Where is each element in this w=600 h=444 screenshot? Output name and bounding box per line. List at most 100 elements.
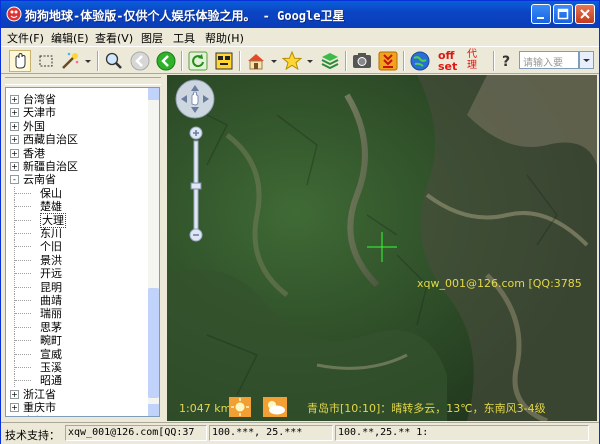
select-rectangle-icon[interactable] — [35, 50, 57, 72]
satellite-map[interactable]: xqw_001@126.com [QQ:3785 1:047 km 青岛市[10… — [167, 75, 597, 421]
expand-icon[interactable]: + — [10, 135, 19, 145]
close-button[interactable] — [575, 4, 595, 24]
title-bar[interactable]: 狗狗地球-体验版-仅供个人娱乐体验之用。 - Google卫星 — [1, 1, 599, 28]
left-panel: + 台湾省 + 天津市 + 外国 + 西藏自治区 + 香港 + 新疆自治区 - 云南省 保山 楚雄 大理 东川 个旧… — [1, 75, 165, 421]
back-arrow-icon[interactable] — [155, 50, 177, 72]
scroll-thumb[interactable] — [148, 288, 159, 398]
tree-item-label: 宣威 — [40, 347, 62, 361]
tree-connector — [15, 219, 31, 221]
expand-icon[interactable]: + — [10, 389, 19, 399]
tree-connector — [15, 367, 31, 368]
robot-face-icon[interactable] — [213, 50, 235, 72]
tree-item-label: 天津市 — [23, 106, 56, 120]
layers-icon[interactable] — [319, 50, 341, 72]
close-icon — [580, 9, 590, 19]
toolbar-separator — [97, 51, 99, 71]
chevron-down-icon — [583, 59, 590, 62]
download-icon[interactable] — [377, 50, 399, 72]
status-contact: xqw_001@126.com[QQ:37 — [65, 425, 207, 441]
back-disabled-icon[interactable] — [129, 50, 151, 72]
tree-connector — [15, 326, 31, 328]
expand-icon[interactable]: + — [10, 108, 19, 118]
globe-icon[interactable] — [409, 50, 431, 72]
maximize-button[interactable] — [553, 4, 573, 24]
tree-connector — [15, 206, 31, 208]
toolbar-separator — [345, 51, 347, 71]
tree-item-label: 大理 — [40, 212, 66, 228]
tree-item-label: 瑞丽 — [40, 307, 62, 321]
expand-icon[interactable]: + — [10, 95, 19, 104]
tree-item-label: 台湾省 — [23, 93, 56, 106]
menu-help[interactable]: 帮助(H) — [205, 30, 244, 46]
weather-info: 青岛市[10:10]：晴转多云，13℃，东南风3-4级 — [307, 402, 546, 415]
proxy-button[interactable]: 代 理 — [463, 49, 489, 73]
tree-connector — [15, 259, 31, 261]
tree-item-label: 思茅 — [40, 320, 62, 334]
tree-item-label: 楚雄 — [40, 200, 62, 214]
panel-grip[interactable] — [5, 77, 161, 85]
expand-icon[interactable]: + — [10, 121, 19, 131]
refresh-icon[interactable] — [187, 50, 209, 72]
tree-connector — [15, 233, 31, 234]
magic-wand-icon[interactable] — [59, 50, 81, 72]
menu-file[interactable]: 文件(F) — [7, 30, 44, 46]
expand-icon[interactable]: + — [10, 162, 19, 171]
search-input[interactable]: 请输入要 — [519, 51, 579, 69]
tree-connector — [15, 300, 31, 301]
chevron-down-icon[interactable] — [305, 50, 315, 72]
tree-item-label: 新疆自治区 — [23, 160, 78, 173]
tree-item-label: 曲靖 — [40, 294, 62, 307]
chevron-down-icon[interactable] — [269, 50, 279, 72]
tree-item-label: 自然景观 — [23, 415, 67, 416]
expand-icon[interactable]: + — [10, 403, 19, 413]
menu-view[interactable]: 查看(V) — [95, 30, 133, 46]
satellite-imagery — [167, 75, 597, 421]
tree-item-label: 云南省 — [23, 173, 56, 187]
tree-item-label: 玉溪 — [40, 361, 62, 374]
app-logo-icon — [6, 6, 22, 22]
menu-layers[interactable]: 图层 — [141, 30, 163, 46]
map-scale: 1:047 km — [179, 402, 232, 415]
minimize-button[interactable] — [531, 4, 551, 24]
tree-connector — [15, 246, 31, 248]
location-tree[interactable]: + 台湾省 + 天津市 + 外国 + 西藏自治区 + 香港 + 新疆自治区 - 云南省 保山 楚雄 大理 东川 个旧… — [5, 87, 160, 417]
status-label: 技术支持： — [5, 429, 60, 442]
sun-icon — [229, 397, 251, 417]
svg-text:?: ? — [502, 54, 510, 70]
tree-item-label: 开远 — [40, 267, 62, 281]
scroll-up-button[interactable] — [148, 88, 159, 100]
minimize-icon — [537, 17, 544, 19]
tree-item-label: 景洪 — [40, 253, 62, 267]
status-bar: 技术支持： xqw_001@126.com[QQ:37 100.***, 25.… — [1, 422, 599, 444]
camera-icon[interactable] — [351, 50, 373, 72]
tree-connector — [15, 340, 31, 342]
offset-label-bottom: set — [438, 60, 458, 73]
tree-item-label: 个旧 — [40, 240, 62, 254]
expand-icon[interactable]: + — [10, 148, 19, 158]
help-question-icon[interactable]: ? — [497, 50, 515, 72]
proxy-label: 代 理 — [467, 49, 477, 71]
search-dropdown-button[interactable] — [579, 51, 594, 69]
pan-hand-icon[interactable] — [9, 50, 31, 72]
menu-edit[interactable]: 编辑(E) — [51, 30, 89, 46]
zoom-icon[interactable] — [103, 50, 125, 72]
tree-item-label: 畹町 — [40, 334, 62, 348]
app-window: 狗狗地球-体验版-仅供个人娱乐体验之用。 - Google卫星 文件(F) 编辑… — [0, 0, 600, 444]
toolbar-separator — [239, 51, 241, 71]
chevron-down-icon[interactable] — [83, 50, 93, 72]
tree-connector — [15, 380, 31, 382]
home-icon[interactable] — [245, 50, 267, 72]
tree-scrollbar[interactable] — [148, 88, 159, 416]
favorite-star-icon[interactable] — [281, 50, 303, 72]
offset-button[interactable]: off set — [435, 49, 461, 73]
tree-item-label: 保山 — [40, 186, 62, 200]
toolbar-separator — [181, 51, 183, 71]
menu-tools[interactable]: 工具 — [173, 30, 195, 46]
scroll-down-button[interactable] — [148, 404, 159, 416]
tree-item-label: 外国 — [23, 119, 45, 133]
navigation-control-graphic — [175, 79, 215, 242]
collapse-icon[interactable]: - — [10, 175, 19, 185]
tree-item-label: 香港 — [23, 146, 45, 160]
tree-item-label: 浙江省 — [23, 387, 56, 401]
partly-cloudy-icon — [263, 397, 287, 417]
